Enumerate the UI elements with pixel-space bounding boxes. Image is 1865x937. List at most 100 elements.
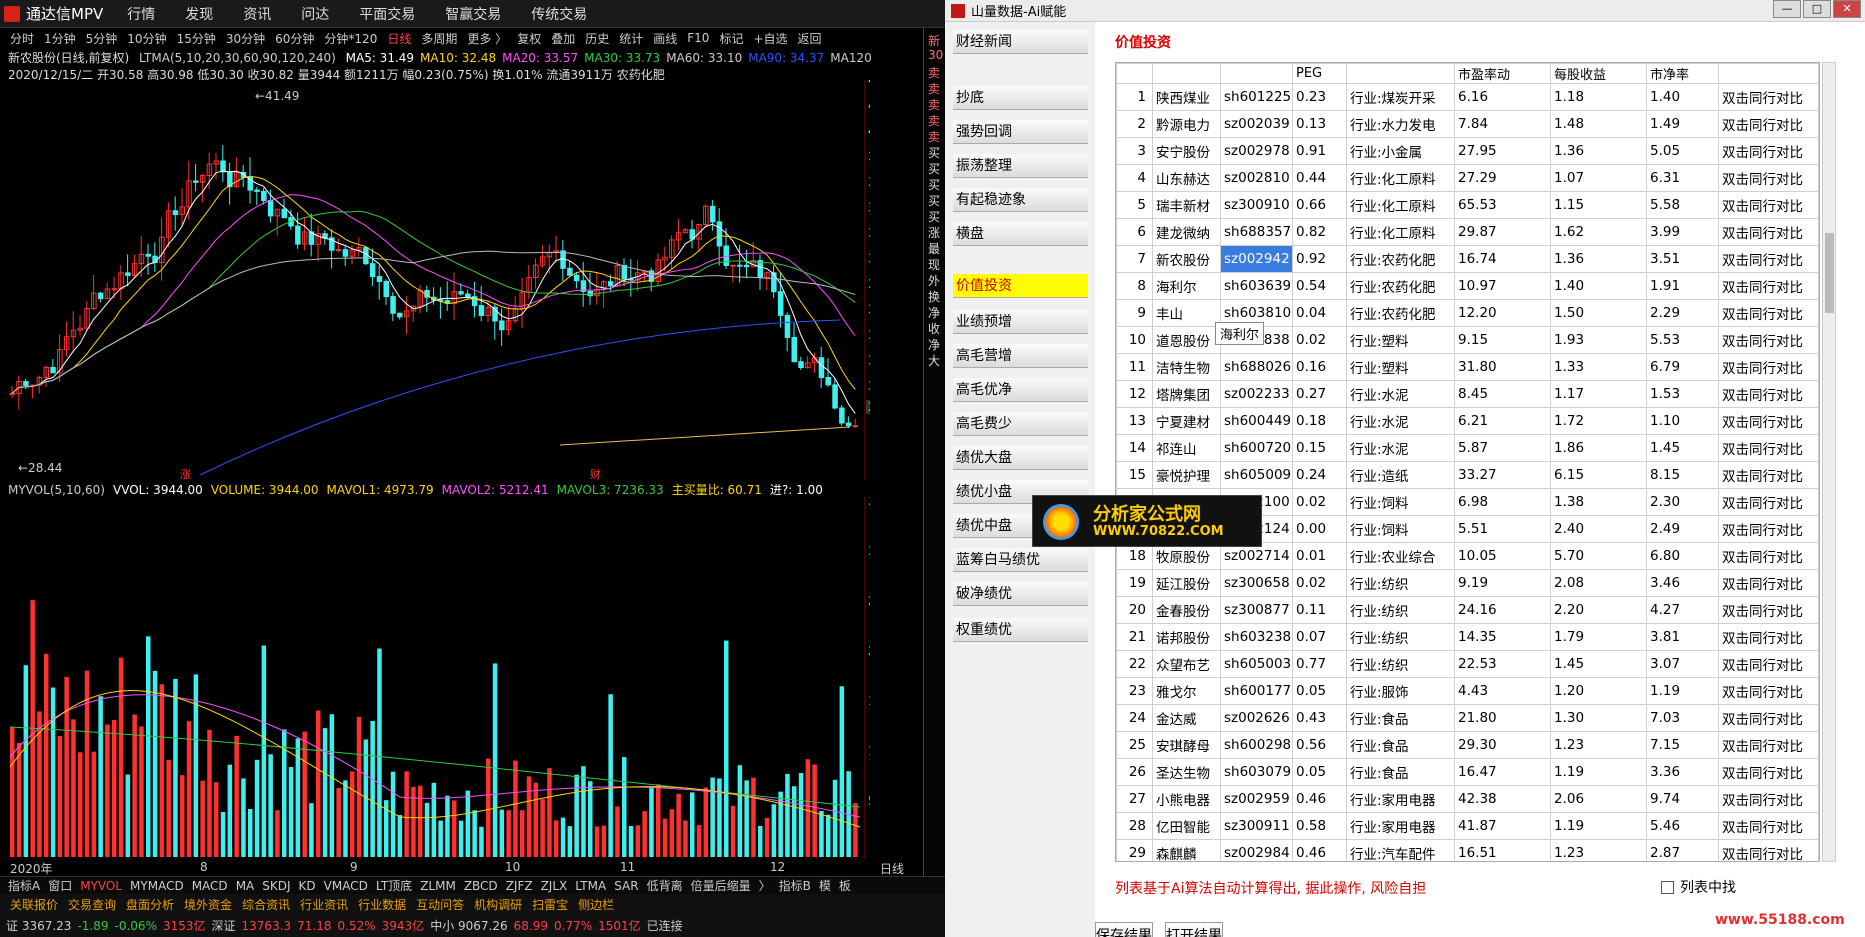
filter-checkbox[interactable]: 列表中找 xyxy=(1661,877,1736,897)
indicator-tab[interactable]: 指标B xyxy=(779,877,811,894)
indicator-tab[interactable]: SAR xyxy=(614,879,638,893)
period-button[interactable]: 10分钟 xyxy=(127,30,166,47)
table-row[interactable]: 19 延江股份 sz300658 0.02 行业:纺织 9.19 2.08 3.46 双击同行对… xyxy=(1116,569,1819,597)
period-button[interactable]: 多周期 xyxy=(421,30,457,47)
menu-2[interactable]: 抄底 xyxy=(953,86,1088,110)
period-button[interactable]: 返回 xyxy=(798,30,822,47)
table-cell[interactable]: 双击同行对比 xyxy=(1718,515,1819,543)
table-row[interactable]: 26 圣达生物 sh603079 0.05 行业:食品 16.47 1.19 3.36 双击同行… xyxy=(1116,758,1819,786)
table-row[interactable]: 8 海利尔 sh603639 0.54 行业:农药化肥 10.97 1.40 1.91 双击同行… xyxy=(1116,272,1819,300)
table-cell[interactable]: 双击同行对比 xyxy=(1718,542,1819,570)
table-cell[interactable]: 双击同行对比 xyxy=(1718,623,1819,651)
info-tab[interactable]: 侧边栏 xyxy=(578,896,614,913)
table-cell[interactable]: 双击同行对比 xyxy=(1718,461,1819,489)
table-cell[interactable]: 双击同行对比 xyxy=(1718,569,1819,597)
table-row[interactable]: 7 新农股份 sz002942 0.92 行业:农药化肥 16.74 1.36 3.51 双击同… xyxy=(1116,245,1819,273)
info-tab[interactable]: 互动问答 xyxy=(416,896,464,913)
table-row[interactable]: 27 小熊电器 sz002959 0.46 行业:家用电器 42.38 2.06 9.74 双击… xyxy=(1116,785,1819,813)
column-header[interactable]: PEG xyxy=(1292,63,1347,84)
indicator-tab[interactable]: VMACD xyxy=(324,879,368,893)
table-cell[interactable]: 双击同行对比 xyxy=(1718,839,1819,861)
table-row[interactable]: 14 祁连山 sh600720 0.15 行业:水泥 5.87 1.86 1.45 双击同行对比 xyxy=(1116,434,1819,462)
menu-item[interactable]: 资讯 xyxy=(243,7,271,23)
info-tab[interactable]: 扫雷宝 xyxy=(532,896,568,913)
indicator-tab[interactable]: LTMA xyxy=(575,879,606,893)
table-row[interactable]: 23 雅戈尔 sh600177 0.05 行业:服饰 4.43 1.20 1.19 双击同行对比 xyxy=(1116,677,1819,705)
table-cell[interactable]: 双击同行对比 xyxy=(1718,812,1819,840)
table-cell[interactable]: 双击同行对比 xyxy=(1718,164,1819,192)
minimize-button[interactable]: — xyxy=(1773,0,1801,18)
table-row[interactable]: 21 诺邦股份 sh603238 0.07 行业:纺织 14.35 1.79 3.81 双击同行… xyxy=(1116,623,1819,651)
period-button[interactable]: 30分钟 xyxy=(226,30,265,47)
table-cell[interactable]: 双击同行对比 xyxy=(1718,677,1819,705)
table-cell[interactable]: 双击同行对比 xyxy=(1718,596,1819,624)
info-tab[interactable]: 关联报价 xyxy=(10,896,58,913)
menu-8[interactable]: 业绩预增 xyxy=(953,310,1088,334)
menu-9[interactable]: 高毛营增 xyxy=(953,344,1088,368)
column-header[interactable] xyxy=(1220,63,1293,84)
open-result-button[interactable]: 打开结果 xyxy=(1165,922,1223,937)
table-row[interactable]: 12 塔牌集团 sz002233 0.27 行业:水泥 8.45 1.17 1.53 双击同行对… xyxy=(1116,380,1819,408)
column-header[interactable] xyxy=(1718,63,1819,84)
indicator-tab[interactable]: 板 xyxy=(839,877,851,894)
period-button[interactable]: 统计 xyxy=(619,30,643,47)
indicator-tab[interactable]: ZJFZ xyxy=(506,879,533,893)
indicator-tab[interactable]: ZJLX xyxy=(541,879,568,893)
candlestick-chart[interactable]: 42.00 41.00 40.00 39.00 38.00 37.00 36.00 35.00… xyxy=(0,80,870,480)
vertical-scrollbar[interactable] xyxy=(1822,62,1836,862)
table-cell[interactable]: 双击同行对比 xyxy=(1718,218,1819,246)
table-cell[interactable]: 双击同行对比 xyxy=(1718,488,1819,516)
table-row[interactable]: 2 黔源电力 sz002039 0.13 行业:水力发电 7.84 1.48 1.49 双击同行… xyxy=(1116,110,1819,138)
table-cell[interactable]: 双击同行对比 xyxy=(1718,380,1819,408)
indicator-tab[interactable]: MACD xyxy=(192,879,228,893)
indicator-tab[interactable]: ZBCD xyxy=(464,879,498,893)
period-button[interactable]: +自选 xyxy=(753,30,787,47)
table-cell[interactable]: 双击同行对比 xyxy=(1718,326,1819,354)
menu-12[interactable]: 绩优大盘 xyxy=(953,446,1088,470)
indicator-tab[interactable]: 指标A xyxy=(8,877,40,894)
period-button[interactable]: 历史 xyxy=(585,30,609,47)
table-cell[interactable]: 双击同行对比 xyxy=(1718,785,1819,813)
table-row[interactable]: 13 宁夏建材 sh600449 0.18 行业:水泥 6.21 1.72 1.10 双击同行对… xyxy=(1116,407,1819,435)
menu-4[interactable]: 振荡整理 xyxy=(953,154,1088,178)
period-button[interactable]: 复权 xyxy=(517,30,541,47)
info-tab[interactable]: 境外资金 xyxy=(184,896,232,913)
info-tab[interactable]: 机构调研 xyxy=(474,896,522,913)
period-button[interactable]: 15分钟 xyxy=(177,30,216,47)
period-button[interactable]: 日线 xyxy=(387,30,411,47)
period-button[interactable]: 分钟*120 xyxy=(324,30,377,47)
menu-16[interactable]: 破净绩优 xyxy=(953,582,1088,606)
indicator-tab[interactable]: MYMACD xyxy=(130,879,184,893)
column-header[interactable] xyxy=(1346,63,1455,84)
menu-1[interactable]: 财经新闻 xyxy=(953,30,1088,54)
table-cell[interactable]: 双击同行对比 xyxy=(1718,110,1819,138)
indicator-tab[interactable]: 〉 xyxy=(759,877,771,894)
period-button[interactable]: 60分钟 xyxy=(275,30,314,47)
table-row[interactable]: 25 安琪酵母 sh600298 0.56 行业:食品 29.30 1.23 7.15 双击同行… xyxy=(1116,731,1819,759)
indicator-tab[interactable]: LT顶底 xyxy=(376,877,412,894)
table-cell[interactable]: 双击同行对比 xyxy=(1718,731,1819,759)
menu-15[interactable]: 蓝筹白马绩优 xyxy=(953,548,1088,572)
menu-3[interactable]: 强势回调 xyxy=(953,120,1088,144)
column-header[interactable] xyxy=(1116,63,1153,84)
table-cell[interactable]: 双击同行对比 xyxy=(1718,83,1819,111)
column-header[interactable]: 市净率 xyxy=(1646,63,1719,84)
table-row[interactable]: 6 建龙微纳 sh688357 0.82 行业:化工原料 29.87 1.62 3.99 双击同… xyxy=(1116,218,1819,246)
menu-item[interactable]: 发现 xyxy=(185,7,213,23)
menu-7[interactable]: 价值投资 xyxy=(953,274,1088,298)
table-row[interactable]: 5 瑞丰新材 sz300910 0.66 行业:化工原料 65.53 1.15 5.58 双击同… xyxy=(1116,191,1819,219)
table-cell[interactable]: 双击同行对比 xyxy=(1718,704,1819,732)
indicator-tab[interactable]: SKDJ xyxy=(262,879,290,893)
table-row[interactable]: 11 洁特生物 sh688026 0.16 行业:塑料 31.80 1.33 6.79 双击同行… xyxy=(1116,353,1819,381)
table-row[interactable]: 20 金春股份 sz300877 0.11 行业:纺织 24.16 2.20 4.27 双击同行… xyxy=(1116,596,1819,624)
info-tab[interactable]: 综合资讯 xyxy=(242,896,290,913)
info-tab[interactable]: 行业资讯 xyxy=(300,896,348,913)
indicator-tab[interactable]: MA xyxy=(236,879,255,893)
period-button[interactable]: 标记 xyxy=(719,30,743,47)
menu-5[interactable]: 有起稳迹象 xyxy=(953,188,1088,212)
menu-6[interactable]: 横盘 xyxy=(953,222,1088,246)
period-button[interactable]: 5分钟 xyxy=(86,30,118,47)
table-cell[interactable]: 双击同行对比 xyxy=(1718,137,1819,165)
menu-17[interactable]: 权重绩优 xyxy=(953,618,1088,642)
table-cell[interactable]: 双击同行对比 xyxy=(1718,299,1819,327)
